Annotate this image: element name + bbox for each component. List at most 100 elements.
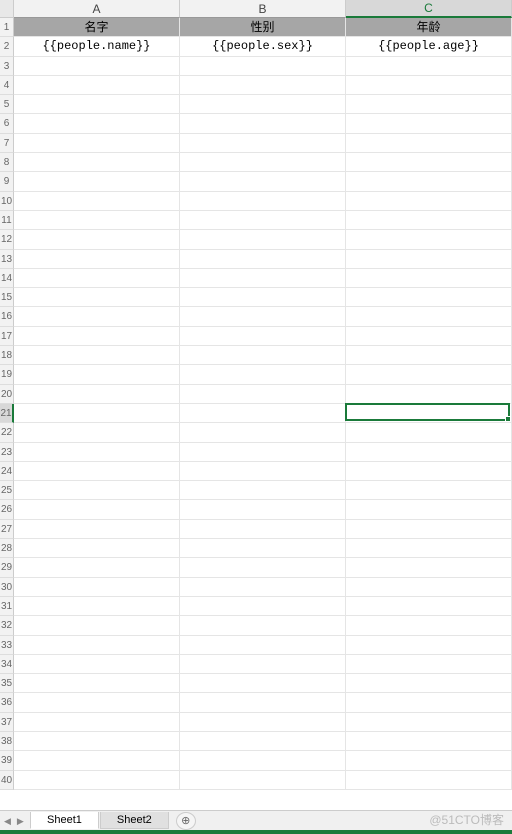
cell[interactable] — [14, 134, 180, 153]
cell[interactable] — [346, 269, 512, 288]
row-header[interactable]: 31 — [0, 597, 14, 616]
cell[interactable] — [346, 693, 512, 712]
cell[interactable] — [180, 500, 346, 519]
cell[interactable] — [14, 713, 180, 732]
row-header[interactable]: 34 — [0, 655, 14, 674]
row-header[interactable]: 4 — [0, 76, 14, 95]
cell[interactable] — [346, 578, 512, 597]
cell[interactable] — [346, 211, 512, 230]
cell[interactable] — [180, 520, 346, 539]
cell[interactable] — [180, 346, 346, 365]
row-header[interactable]: 29 — [0, 558, 14, 577]
row-header[interactable]: 11 — [0, 211, 14, 230]
row-header[interactable]: 23 — [0, 443, 14, 462]
cell[interactable] — [346, 636, 512, 655]
cell[interactable] — [346, 365, 512, 384]
cell[interactable] — [346, 462, 512, 481]
row-header[interactable]: 27 — [0, 520, 14, 539]
cell[interactable] — [14, 732, 180, 751]
cell[interactable] — [14, 365, 180, 384]
cell[interactable] — [346, 751, 512, 770]
row-header[interactable]: 6 — [0, 114, 14, 133]
cell[interactable] — [180, 732, 346, 751]
cell[interactable] — [346, 114, 512, 133]
cell[interactable] — [346, 520, 512, 539]
cell[interactable] — [180, 153, 346, 172]
row-header[interactable]: 9 — [0, 172, 14, 191]
cell[interactable] — [14, 500, 180, 519]
cell[interactable] — [346, 327, 512, 346]
cell[interactable] — [346, 655, 512, 674]
sheet-tab-sheet2[interactable]: Sheet2 — [100, 812, 169, 829]
cell[interactable] — [14, 57, 180, 76]
cell[interactable] — [346, 307, 512, 326]
cell[interactable] — [180, 134, 346, 153]
cell[interactable] — [14, 674, 180, 693]
cell[interactable] — [14, 520, 180, 539]
cell[interactable] — [14, 539, 180, 558]
cell[interactable] — [14, 655, 180, 674]
row-header[interactable]: 1 — [0, 18, 14, 37]
cell[interactable] — [180, 307, 346, 326]
cell[interactable] — [14, 192, 180, 211]
row-header[interactable]: 17 — [0, 327, 14, 346]
cell[interactable]: {{people.age}} — [346, 37, 512, 56]
cell[interactable]: 年龄 — [346, 18, 512, 37]
cell[interactable] — [346, 153, 512, 172]
row-header[interactable]: 26 — [0, 500, 14, 519]
row-header[interactable]: 18 — [0, 346, 14, 365]
row-header[interactable]: 22 — [0, 423, 14, 442]
row-header[interactable]: 25 — [0, 481, 14, 500]
cell[interactable] — [180, 327, 346, 346]
cell[interactable] — [180, 674, 346, 693]
row-header[interactable]: 39 — [0, 751, 14, 770]
cell[interactable]: {{people.name}} — [14, 37, 180, 56]
cell[interactable] — [346, 597, 512, 616]
row-header[interactable]: 28 — [0, 539, 14, 558]
cell[interactable] — [346, 250, 512, 269]
row-header[interactable]: 2 — [0, 37, 14, 56]
cell[interactable]: {{people.sex}} — [180, 37, 346, 56]
column-header-b[interactable]: B — [180, 0, 346, 18]
row-header[interactable]: 24 — [0, 462, 14, 481]
cell[interactable] — [180, 230, 346, 249]
cell[interactable] — [14, 76, 180, 95]
cell[interactable] — [14, 616, 180, 635]
row-header[interactable]: 32 — [0, 616, 14, 635]
cell-grid[interactable]: 1名字性别年龄2{{people.name}}{{people.sex}}{{p… — [0, 18, 512, 810]
row-header[interactable]: 35 — [0, 674, 14, 693]
row-header[interactable]: 36 — [0, 693, 14, 712]
cell[interactable] — [346, 558, 512, 577]
cell[interactable] — [346, 192, 512, 211]
cell[interactable] — [14, 172, 180, 191]
cell[interactable] — [180, 250, 346, 269]
cell[interactable] — [346, 443, 512, 462]
cell[interactable] — [14, 250, 180, 269]
cell[interactable] — [180, 616, 346, 635]
cell[interactable] — [180, 172, 346, 191]
cell[interactable] — [346, 732, 512, 751]
cell[interactable] — [180, 192, 346, 211]
row-header[interactable]: 40 — [0, 771, 14, 790]
cell[interactable] — [180, 269, 346, 288]
cell[interactable] — [180, 211, 346, 230]
row-header[interactable]: 19 — [0, 365, 14, 384]
cell[interactable] — [180, 771, 346, 790]
row-header[interactable]: 33 — [0, 636, 14, 655]
cell[interactable] — [14, 211, 180, 230]
cell[interactable] — [14, 693, 180, 712]
column-header-c[interactable]: C — [346, 0, 512, 18]
cell[interactable] — [14, 95, 180, 114]
cell[interactable] — [180, 636, 346, 655]
cell[interactable] — [14, 346, 180, 365]
row-header[interactable]: 38 — [0, 732, 14, 751]
cell[interactable] — [180, 114, 346, 133]
row-header[interactable]: 3 — [0, 57, 14, 76]
row-header[interactable]: 10 — [0, 192, 14, 211]
cell[interactable] — [180, 713, 346, 732]
cell[interactable] — [14, 423, 180, 442]
cell[interactable] — [14, 307, 180, 326]
cell[interactable] — [346, 230, 512, 249]
cell[interactable] — [346, 616, 512, 635]
cell[interactable] — [180, 462, 346, 481]
